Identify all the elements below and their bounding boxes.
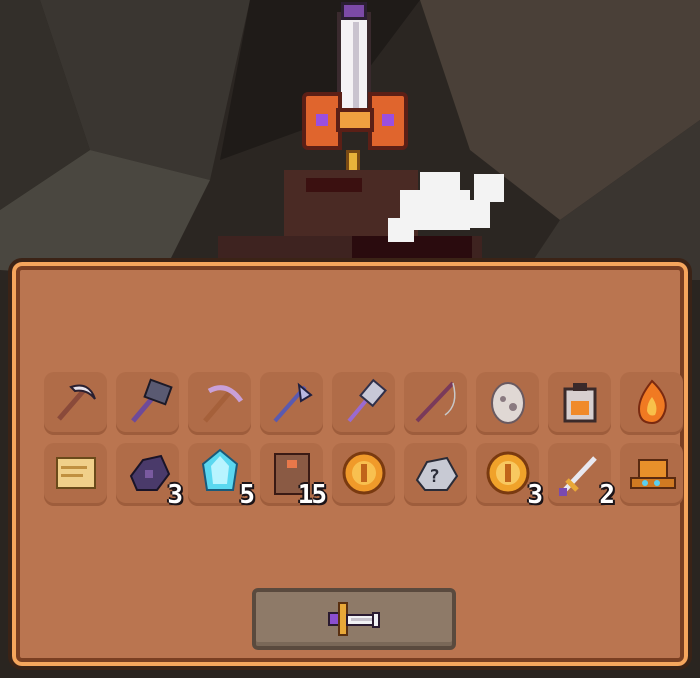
halberd-icon [265, 375, 319, 433]
pickaxe-icon [193, 375, 247, 433]
inventory-slot[interactable] [404, 372, 467, 435]
lantern-icon [553, 375, 607, 433]
fire-essence-icon [625, 375, 679, 433]
forge-sword-pommel [341, 2, 367, 20]
mystery-ore-icon: ? [409, 446, 463, 504]
inventory-slot[interactable] [188, 372, 251, 435]
scroll-icon [49, 446, 103, 504]
inventory-row: 3 5 15? 3 2 [44, 443, 683, 510]
inventory-slot[interactable] [116, 372, 179, 435]
item-count: 2 [599, 480, 615, 510]
inventory-slot[interactable]: 2 [548, 443, 615, 510]
forge-sword-icon [328, 602, 380, 636]
forge-scene [0, 0, 700, 280]
inventory-slot[interactable] [260, 372, 323, 435]
scythe-icon [49, 375, 103, 433]
item-count: 3 [527, 480, 543, 510]
inventory-row [44, 372, 683, 435]
inventory-slot[interactable] [44, 443, 107, 506]
item-count: 5 [239, 480, 255, 510]
inventory-slot[interactable] [620, 372, 683, 435]
forge-panel: 3 5 15? 3 2 [8, 258, 692, 670]
inventory-slot[interactable] [548, 372, 611, 435]
mace-icon [337, 375, 391, 433]
svg-text:?: ? [429, 466, 440, 487]
inventory-slot[interactable] [332, 372, 395, 435]
egg-icon [481, 375, 535, 433]
inventory-slot[interactable]: 5 [188, 443, 255, 510]
inventory-slot[interactable]: 3 [476, 443, 543, 510]
inventory-slot[interactable]: ? [404, 443, 467, 506]
inventory-slot[interactable] [476, 372, 539, 435]
item-count: 3 [167, 480, 183, 510]
inventory-slot[interactable] [620, 443, 683, 506]
hammer-icon [121, 375, 175, 433]
inventory-grid: 3 5 15? 3 2 [44, 372, 683, 514]
forge-button[interactable] [252, 588, 456, 650]
gold-coin-icon [337, 446, 391, 504]
hat-icon [625, 446, 679, 504]
fishing-rod-icon [409, 375, 463, 433]
inventory-slot[interactable] [44, 372, 107, 435]
item-count: 15 [297, 480, 327, 510]
inventory-slot[interactable] [332, 443, 395, 506]
forge-sword-guard [302, 92, 408, 150]
inventory-slot[interactable]: 3 [116, 443, 183, 510]
inventory-slot[interactable]: 15 [260, 443, 327, 510]
